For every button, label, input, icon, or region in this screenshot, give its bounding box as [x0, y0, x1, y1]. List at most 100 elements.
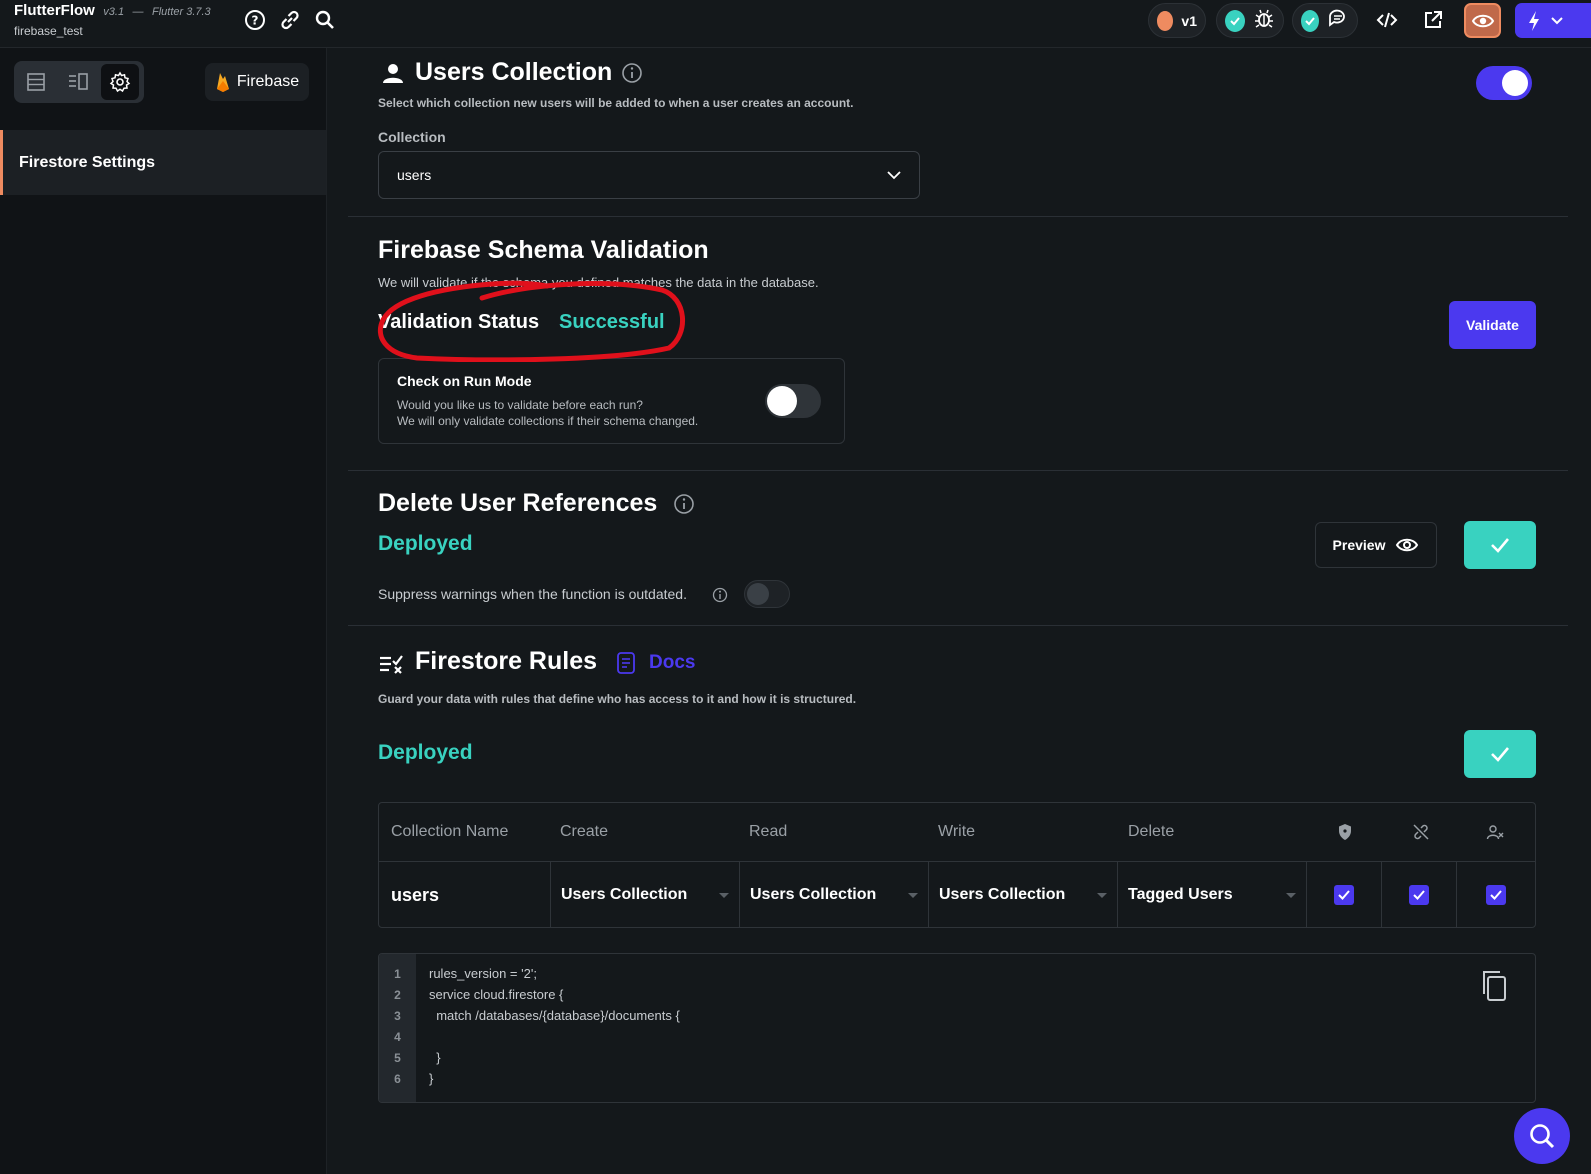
deploy-rules-button[interactable]	[1464, 730, 1536, 778]
sidebar-item-label: Firestore Settings	[19, 153, 156, 171]
delete-user-references-title: Delete User References	[378, 489, 658, 517]
chevron-down-icon	[1551, 16, 1563, 24]
flag-cell	[1306, 862, 1381, 928]
run-button[interactable]	[1515, 3, 1591, 38]
checkbox[interactable]	[1409, 885, 1429, 905]
rules-table: Collection Name Create Read Write Delete…	[378, 802, 1536, 928]
line-number: 6	[394, 1072, 401, 1086]
checkbox[interactable]	[1334, 885, 1354, 905]
check-icon	[1225, 9, 1245, 32]
header-create: Create	[560, 823, 609, 840]
delete-permission-select[interactable]: Tagged Users	[1117, 862, 1306, 928]
lightning-icon	[1529, 10, 1539, 31]
schema-validation-title: Firebase Schema Validation	[378, 236, 709, 264]
line-number: 2	[394, 988, 401, 1002]
preview-eye-button[interactable]	[1464, 3, 1501, 38]
caret-down-icon	[1097, 892, 1107, 898]
version-label: v1	[1181, 12, 1197, 29]
validate-button[interactable]: Validate	[1449, 301, 1536, 349]
users-collection-toggle[interactable]	[1476, 66, 1532, 100]
create-permission-select[interactable]: Users Collection	[550, 862, 739, 928]
docs-link[interactable]: Docs	[615, 651, 695, 675]
copy-icon[interactable]	[1479, 969, 1509, 1003]
preview-button[interactable]: Preview	[1315, 522, 1437, 568]
firestore-rules-description: Guard your data with rules that define w…	[378, 692, 857, 706]
collection-select[interactable]: users	[378, 151, 920, 199]
line-number: 3	[394, 1009, 401, 1023]
rules-code-block[interactable]: 1 2 3 4 5 6 rules_version = '2'; service…	[378, 953, 1536, 1103]
collection-select-value: users	[397, 167, 432, 183]
firebase-icon	[216, 73, 229, 92]
caret-down-icon	[719, 892, 729, 898]
open-external-icon[interactable]	[1421, 8, 1445, 32]
eye-icon	[1471, 14, 1494, 27]
search-fab-button[interactable]	[1514, 1108, 1570, 1164]
unlinked-icon	[1412, 803, 1430, 861]
version-separator: —	[132, 6, 144, 18]
caret-down-icon	[908, 892, 918, 898]
write-permission-select[interactable]: Users Collection	[928, 862, 1117, 928]
check-icon	[1491, 747, 1509, 762]
brand: FlutterFlow v3.1 — Flutter 3.7.3 firebas…	[14, 2, 211, 38]
firebase-label: Firebase	[236, 73, 300, 90]
firebase-chip[interactable]: Firebase	[205, 63, 309, 101]
read-permission-select[interactable]: Users Collection	[739, 862, 928, 928]
app-name: FlutterFlow	[14, 2, 95, 19]
check-run-mode-line2: We will only validate collections if the…	[397, 414, 699, 428]
section-divider	[348, 216, 1568, 217]
section-divider	[348, 470, 1568, 471]
preview-button-label: Preview	[1332, 537, 1386, 553]
firestore-rules-status: Deployed	[378, 741, 473, 764]
code-line: rules_version = '2';	[429, 966, 537, 981]
firestore-rules-title: Firestore Rules	[415, 647, 598, 675]
tab-schema[interactable]	[59, 64, 97, 100]
code-icon[interactable]	[1375, 8, 1399, 32]
rules-icon	[380, 655, 403, 674]
toggle-knob	[747, 583, 769, 605]
line-number: 5	[394, 1051, 401, 1065]
row-collection-name: users	[379, 862, 550, 928]
shield-icon	[1337, 803, 1353, 861]
header-read: Read	[749, 823, 788, 840]
info-icon[interactable]	[712, 587, 728, 603]
link-icon[interactable]	[278, 8, 302, 32]
chat-icon	[1327, 7, 1349, 34]
header-delete: Delete	[1128, 823, 1175, 840]
svg-text:?: ?	[252, 14, 259, 28]
main-content: Users Collection Select which collection…	[348, 48, 1591, 1174]
flag-cell	[1456, 862, 1535, 928]
header-collection-name: Collection Name	[391, 823, 509, 840]
chat-pill[interactable]	[1292, 3, 1358, 38]
gear-icon	[109, 71, 131, 93]
code-line: match /databases/{database}/documents {	[429, 1008, 680, 1023]
schema-validation-description: We will validate if the schema you defin…	[378, 275, 819, 290]
check-run-mode-toggle[interactable]	[765, 384, 821, 418]
tab-settings[interactable]	[101, 64, 139, 100]
person-icon	[383, 64, 403, 83]
write-value: Users Collection	[939, 886, 1066, 903]
suppress-warnings-toggle[interactable]	[744, 580, 790, 608]
info-icon[interactable]	[621, 62, 643, 84]
tab-database[interactable]	[17, 64, 55, 100]
sidebar-item-firestore-settings[interactable]: Firestore Settings	[0, 130, 326, 195]
checkbox[interactable]	[1486, 885, 1506, 905]
person-remove-icon	[1486, 803, 1504, 861]
create-value: Users Collection	[561, 886, 688, 903]
collection-name-value: users	[391, 884, 440, 905]
version-pill[interactable]: v1	[1148, 3, 1206, 38]
search-icon[interactable]	[313, 8, 337, 32]
section-divider	[348, 625, 1568, 626]
app-version: v3.1	[103, 6, 125, 18]
toggle-knob	[767, 386, 797, 416]
help-icon[interactable]: ?	[243, 8, 267, 32]
users-collection-description: Select which collection new users will b…	[378, 96, 854, 110]
header-write: Write	[938, 823, 976, 840]
deploy-function-button[interactable]	[1464, 521, 1536, 569]
read-value: Users Collection	[750, 886, 877, 903]
info-icon[interactable]	[673, 493, 695, 515]
eye-icon	[1396, 538, 1419, 552]
delete-value: Tagged Users	[1128, 886, 1233, 903]
debug-pill[interactable]	[1216, 3, 1284, 38]
validation-status-value: Successful	[559, 311, 665, 333]
project-name: firebase_test	[14, 24, 83, 38]
